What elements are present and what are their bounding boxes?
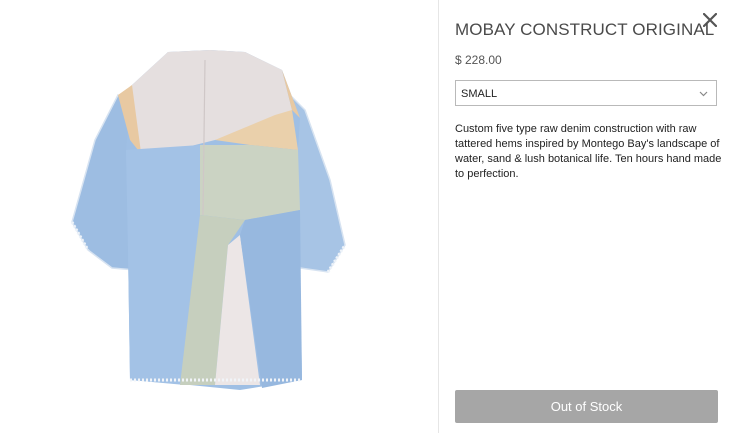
product-price: $ 228.00 xyxy=(455,53,502,67)
size-select[interactable]: SMALL xyxy=(455,80,717,106)
size-select-value: SMALL xyxy=(461,88,498,100)
product-image xyxy=(0,0,438,433)
product-details-panel: MOBAY CONSTRUCT ORIGINAL $ 228.00 SMALL … xyxy=(439,0,730,433)
sage-panel xyxy=(200,145,300,220)
product-description: Custom five type raw denim construction … xyxy=(455,123,722,180)
chevron-down-icon xyxy=(699,91,708,97)
out-of-stock-button[interactable]: Out of Stock xyxy=(455,390,718,423)
product-title: MOBAY CONSTRUCT ORIGINAL xyxy=(455,20,715,39)
garment-illustration xyxy=(70,50,347,390)
